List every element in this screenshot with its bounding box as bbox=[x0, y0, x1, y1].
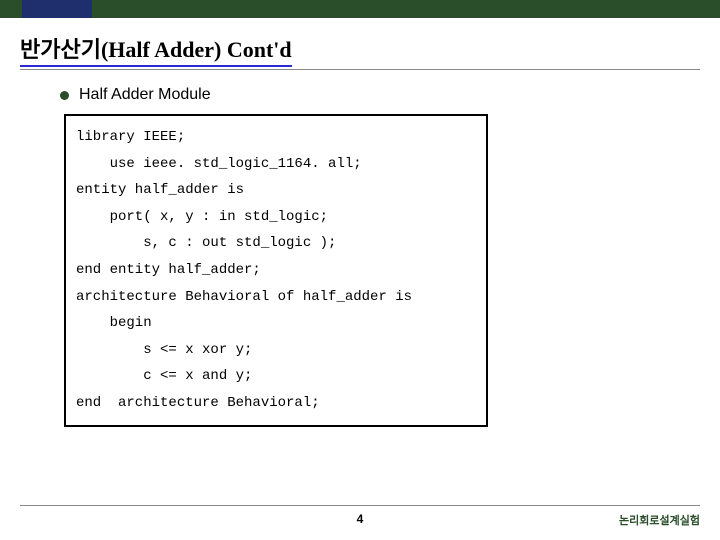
code-line: library IEEE; bbox=[76, 124, 476, 151]
content-area: Half Adder Module library IEEE; use ieee… bbox=[60, 86, 720, 427]
bullet-label: Half Adder Module bbox=[79, 86, 211, 104]
code-line: s, c : out std_logic ); bbox=[76, 230, 476, 257]
code-line: end entity half_adder; bbox=[76, 257, 476, 284]
code-line: begin bbox=[76, 310, 476, 337]
top-bar-accent bbox=[22, 0, 92, 18]
code-line: end architecture Behavioral; bbox=[76, 390, 476, 417]
title-wrap: 반가산기(Half Adder) Cont'd bbox=[20, 32, 700, 67]
code-box: library IEEE; use ieee. std_logic_1164. … bbox=[64, 114, 488, 427]
code-line: entity half_adder is bbox=[76, 177, 476, 204]
code-line: architecture Behavioral of half_adder is bbox=[76, 284, 476, 311]
title-divider bbox=[20, 69, 700, 70]
slide-title: 반가산기(Half Adder) Cont'd bbox=[20, 32, 292, 67]
code-line: c <= x and y; bbox=[76, 363, 476, 390]
page-number: 4 bbox=[20, 512, 700, 526]
bullet-row: Half Adder Module bbox=[60, 86, 720, 104]
code-line: port( x, y : in std_logic; bbox=[76, 204, 476, 231]
footer-divider bbox=[20, 505, 700, 506]
bullet-icon bbox=[60, 91, 69, 100]
code-line: s <= x xor y; bbox=[76, 337, 476, 364]
code-line: use ieee. std_logic_1164. all; bbox=[76, 151, 476, 178]
top-bar bbox=[0, 0, 720, 18]
footer-label: 논리회로설계실험 bbox=[619, 512, 700, 528]
footer: 4 논리회로설계실험 bbox=[20, 505, 700, 526]
